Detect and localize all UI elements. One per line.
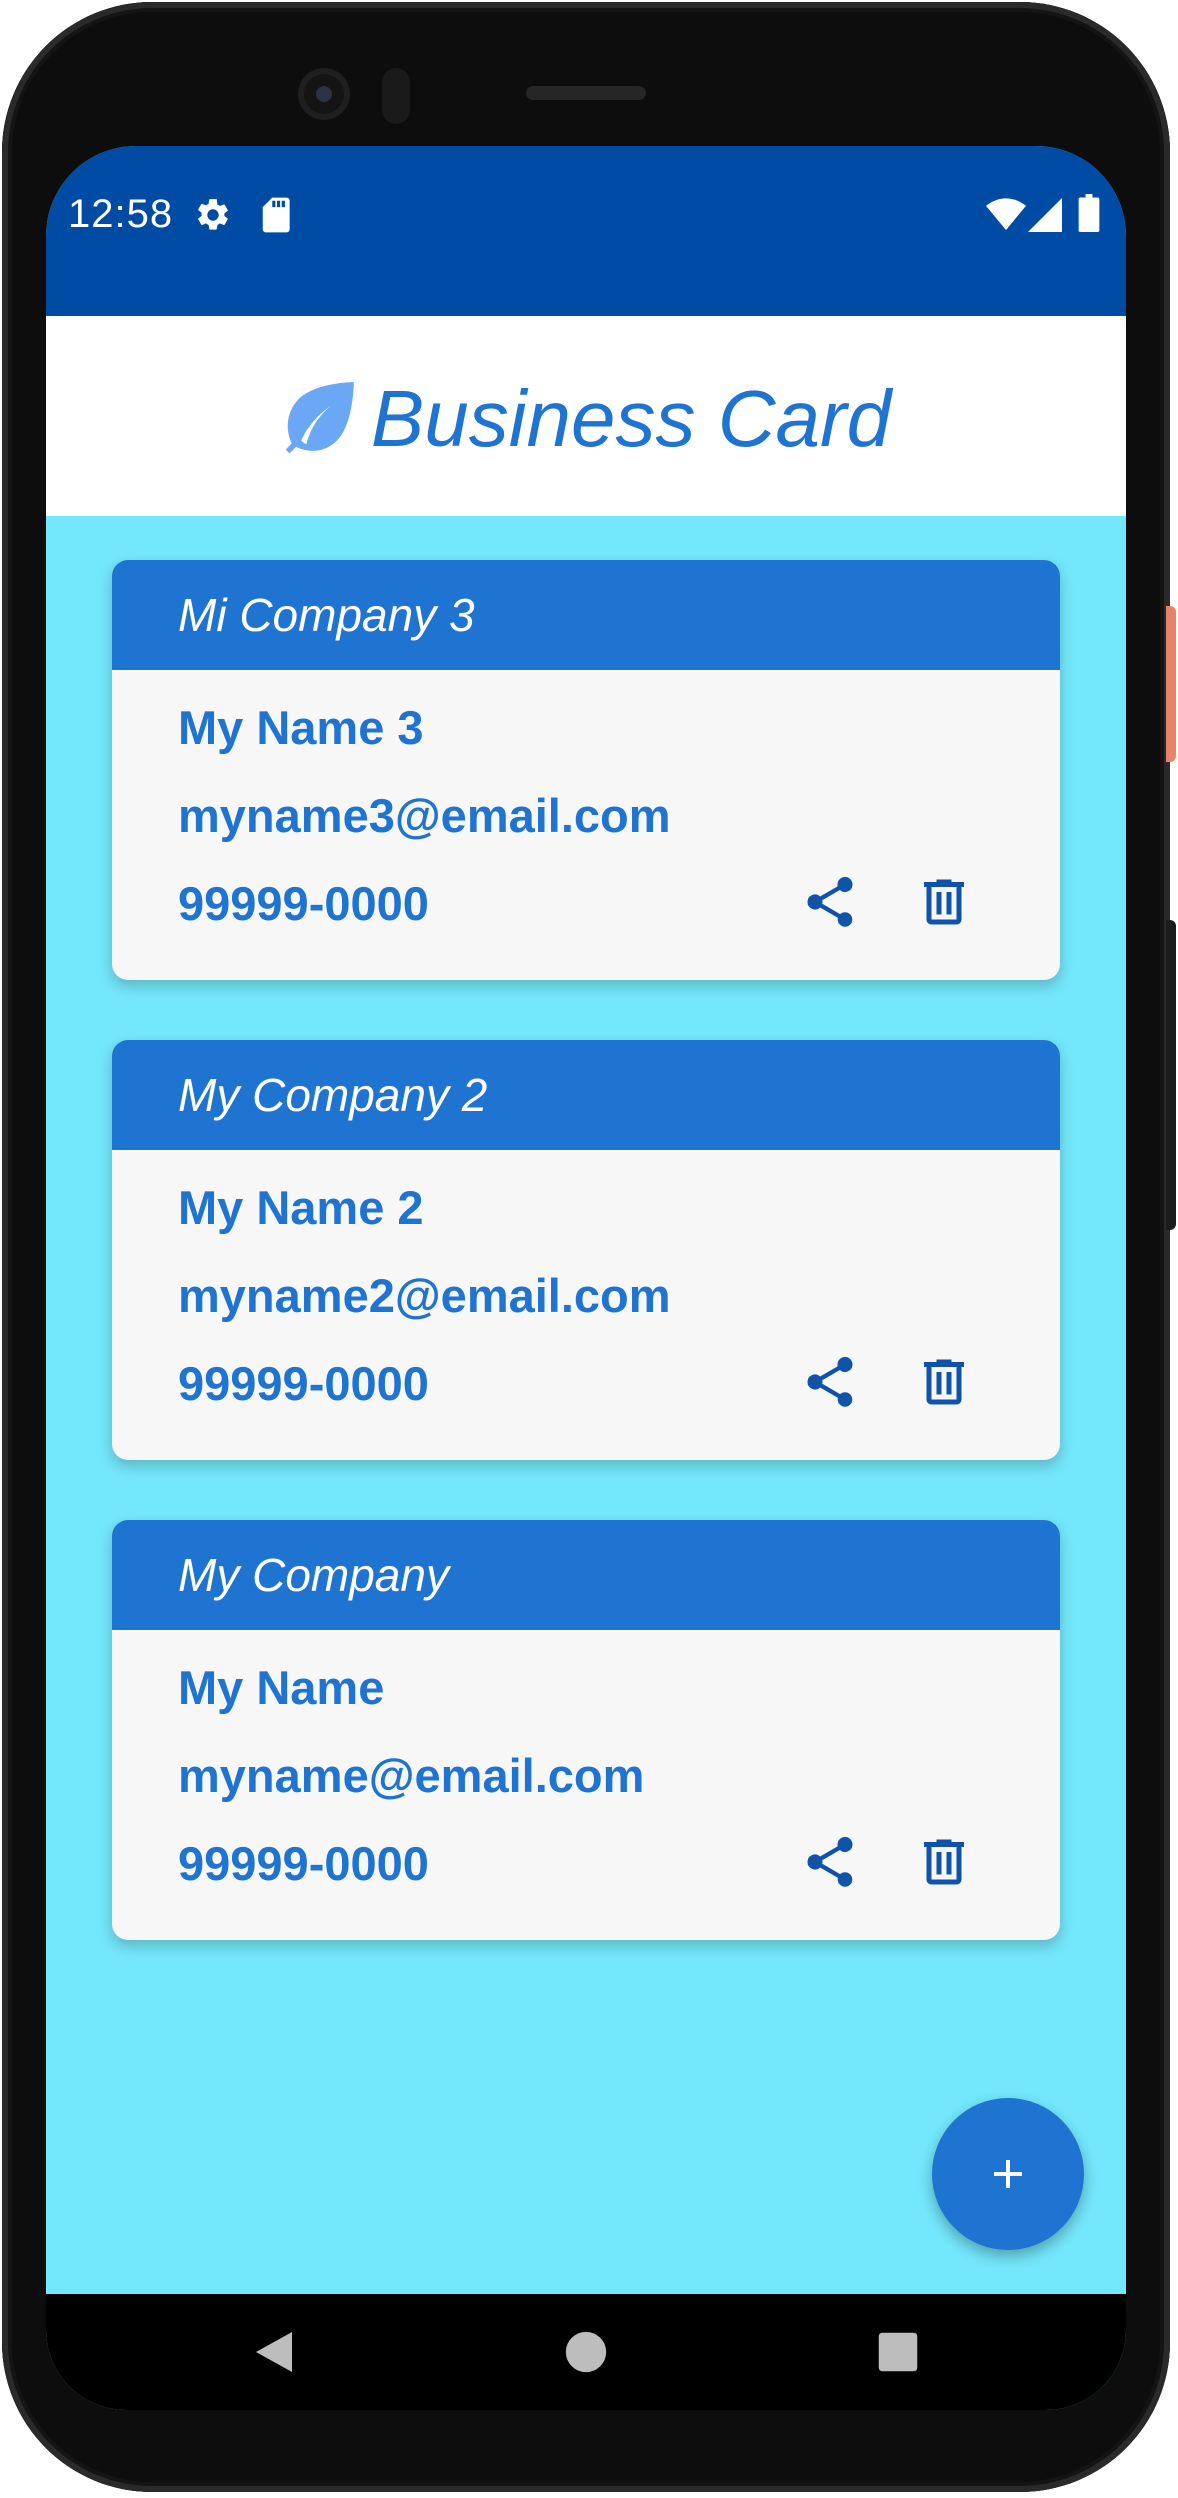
business-card[interactable]: Mi Company 3 My Name 3 myname3@email.com… bbox=[112, 560, 1060, 980]
business-card[interactable]: My Company 2 My Name 2 myname2@email.com… bbox=[112, 1040, 1060, 1460]
gear-icon bbox=[194, 196, 232, 239]
card-company: My Company bbox=[178, 1549, 449, 1601]
card-company: My Company 2 bbox=[178, 1069, 488, 1121]
card-phone: 99999-0000 bbox=[178, 877, 429, 930]
leaf-icon bbox=[281, 379, 357, 460]
back-icon bbox=[256, 2332, 292, 2372]
sd-card-icon bbox=[260, 196, 294, 239]
delete-button[interactable] bbox=[906, 864, 982, 940]
wifi-icon bbox=[986, 198, 1026, 237]
earpiece-speaker bbox=[526, 86, 646, 100]
share-icon bbox=[807, 1356, 853, 1407]
share-icon bbox=[807, 1836, 853, 1887]
card-name: My Name bbox=[178, 1661, 385, 1714]
card-list: Mi Company 3 My Name 3 myname3@email.com… bbox=[46, 516, 1126, 2294]
delete-icon bbox=[924, 1839, 964, 1885]
volume-button bbox=[1166, 920, 1176, 1230]
card-header: My Company bbox=[112, 1520, 1060, 1630]
back-button[interactable] bbox=[246, 2324, 302, 2380]
power-button bbox=[1166, 606, 1176, 762]
card-email: myname2@email.com bbox=[178, 1269, 671, 1322]
screen: 12:58 Business Card Mi Company 3 My Name… bbox=[46, 146, 1126, 2410]
status-time: 12:58 bbox=[68, 192, 174, 236]
card-email: myname3@email.com bbox=[178, 789, 671, 842]
add-card-button[interactable] bbox=[932, 2098, 1084, 2250]
recents-button[interactable] bbox=[870, 2324, 926, 2380]
card-header: My Company 2 bbox=[112, 1040, 1060, 1150]
app-title: Business Card bbox=[370, 374, 892, 463]
card-company: Mi Company 3 bbox=[178, 589, 475, 641]
home-button[interactable] bbox=[558, 2324, 614, 2380]
battery-icon bbox=[1078, 194, 1100, 237]
navigation-bar bbox=[46, 2294, 1126, 2410]
share-icon bbox=[807, 876, 853, 927]
delete-button[interactable] bbox=[906, 1344, 982, 1420]
card-name: My Name 2 bbox=[178, 1181, 424, 1234]
delete-icon bbox=[924, 879, 964, 925]
delete-icon bbox=[924, 1359, 964, 1405]
card-name: My Name 3 bbox=[178, 701, 424, 754]
signal-icon bbox=[1028, 198, 1062, 237]
card-phone: 99999-0000 bbox=[178, 1357, 429, 1410]
proximity-sensor bbox=[382, 68, 410, 124]
app-bar: Business Card bbox=[46, 316, 1126, 516]
card-phone: 99999-0000 bbox=[178, 1837, 429, 1890]
business-card[interactable]: My Company My Name myname@email.com 9999… bbox=[112, 1520, 1060, 1940]
share-button[interactable] bbox=[792, 1824, 868, 1900]
share-button[interactable] bbox=[792, 864, 868, 940]
card-header: Mi Company 3 bbox=[112, 560, 1060, 670]
delete-button[interactable] bbox=[906, 1824, 982, 1900]
app-title-group: Business Card bbox=[281, 373, 891, 465]
share-button[interactable] bbox=[792, 1344, 868, 1420]
status-bar: 12:58 bbox=[46, 146, 1126, 316]
plus-icon bbox=[994, 2160, 1022, 2188]
front-camera bbox=[298, 68, 350, 120]
card-email: myname@email.com bbox=[178, 1749, 645, 1802]
recents-icon bbox=[878, 2332, 918, 2372]
home-icon bbox=[565, 2331, 607, 2373]
